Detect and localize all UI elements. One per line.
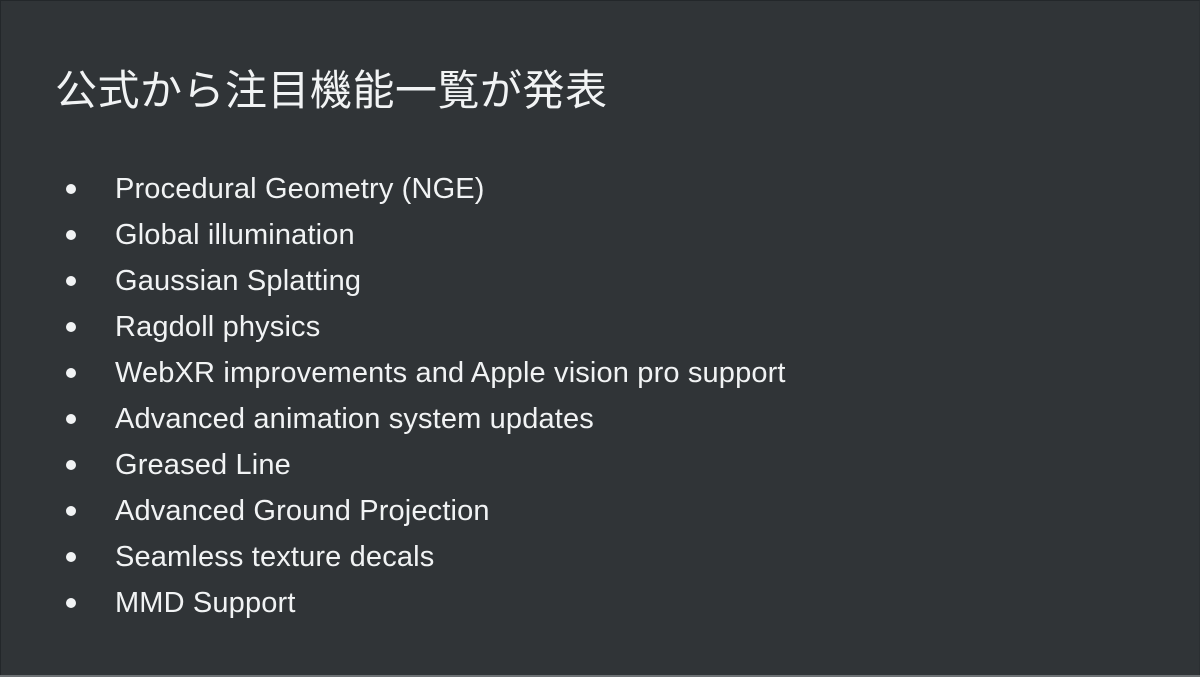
bullet-point-icon [66,322,76,332]
bullet-point-icon [66,414,76,424]
list-item-label: Gaussian Splatting [115,265,362,297]
list-item: Procedural Geometry (NGE) [55,166,1160,212]
list-item: MMD Support [55,580,1160,626]
list-item-label: Procedural Geometry (NGE) [115,173,485,205]
bullet-point-icon [66,506,76,516]
bullet-point-icon [66,598,76,608]
list-item: Advanced animation system updates [55,396,1160,442]
list-item-label: Greased Line [115,449,291,481]
list-item: Greased Line [55,442,1160,488]
bullet-point-icon [66,460,76,470]
list-item: Ragdoll physics [55,304,1160,350]
list-item-label: WebXR improvements and Apple vision pro … [115,357,786,389]
list-item-label: MMD Support [115,587,296,619]
bullet-point-icon [66,552,76,562]
list-item: WebXR improvements and Apple vision pro … [55,350,1160,396]
list-item: Gaussian Splatting [55,258,1160,304]
bullet-point-icon [66,276,76,286]
bullet-point-icon [66,184,76,194]
presentation-slide: 公式から注目機能一覧が発表 Procedural Geometry (NGE) … [0,0,1200,677]
list-item-label: Global illumination [115,219,355,251]
list-item-label: Advanced animation system updates [115,403,594,435]
list-item: Seamless texture decals [55,534,1160,580]
feature-bullet-list: Procedural Geometry (NGE) Global illumin… [55,166,1160,626]
list-item-label: Ragdoll physics [115,311,321,343]
page-title: 公式から注目機能一覧が発表 [55,67,608,114]
list-item-label: Seamless texture decals [115,541,435,573]
bullet-point-icon [66,368,76,378]
bullet-point-icon [66,230,76,240]
list-item-label: Advanced Ground Projection [115,495,490,527]
list-item: Global illumination [55,212,1160,258]
list-item: Advanced Ground Projection [55,488,1160,534]
